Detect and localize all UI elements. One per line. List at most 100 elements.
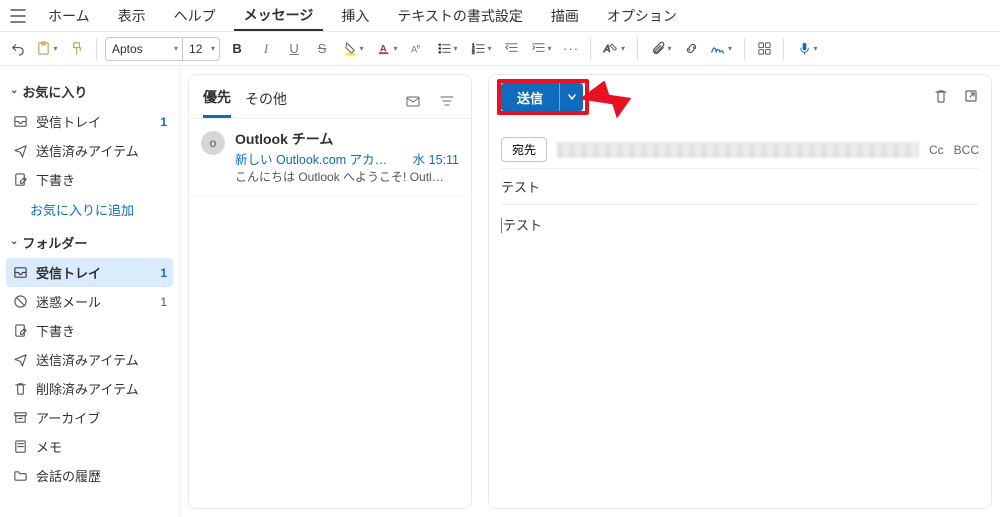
- favorites-section-header[interactable]: ⌄ お気に入り: [6, 78, 173, 107]
- svg-text:3: 3: [471, 50, 474, 55]
- message-list-tabs: 優先 その他: [189, 75, 471, 119]
- bulleted-list-button[interactable]: [432, 37, 462, 61]
- sent-icon: [12, 143, 28, 159]
- folder-archive[interactable]: アーカイブ: [6, 403, 173, 432]
- filter-button[interactable]: [437, 91, 457, 111]
- to-button[interactable]: 宛先: [501, 137, 547, 162]
- svg-text:A: A: [379, 43, 386, 53]
- svg-text:ɐ: ɐ: [416, 44, 420, 51]
- label: アーカイブ: [36, 408, 167, 427]
- menu-insert[interactable]: 挿入: [331, 2, 379, 30]
- label: 迷惑メール: [36, 292, 152, 311]
- chevron-down-icon: ⌄: [10, 85, 18, 96]
- bcc-button[interactable]: BCC: [954, 143, 979, 157]
- message-list-item[interactable]: o Outlook チーム 新しい Outlook.com アカ… 水 15:1…: [189, 119, 471, 196]
- dictate-button[interactable]: [792, 37, 822, 61]
- drafts-icon: [12, 172, 28, 188]
- send-button[interactable]: 送信: [501, 83, 583, 111]
- add-to-favorites[interactable]: お気に入りに追加: [6, 194, 173, 229]
- archive-icon: [12, 410, 28, 426]
- divider: [744, 38, 745, 60]
- attach-button[interactable]: [646, 37, 676, 61]
- junk-icon: [12, 294, 28, 310]
- label: メモ: [36, 437, 167, 456]
- folder-notes[interactable]: メモ: [6, 432, 173, 461]
- send-dropdown[interactable]: [559, 83, 583, 111]
- underline-button[interactable]: U: [282, 37, 306, 61]
- menu-draw[interactable]: 描画: [541, 2, 589, 30]
- decrease-indent-button[interactable]: [500, 37, 522, 61]
- menubar: ホーム 表示 ヘルプ メッセージ 挿入 テキストの書式設定 描画 オプション: [0, 0, 1000, 32]
- avatar: o: [201, 131, 225, 155]
- cc-button[interactable]: Cc: [929, 143, 944, 157]
- favorites-label: お気に入り: [22, 82, 87, 101]
- hamburger-menu-button[interactable]: [6, 4, 30, 28]
- count: 1: [160, 115, 167, 129]
- folder-junk[interactable]: 迷惑メール 1: [6, 287, 173, 316]
- chevron-down-icon: ⌄: [10, 236, 18, 247]
- drafts-icon: [12, 323, 28, 339]
- increase-indent-button[interactable]: [526, 37, 556, 61]
- message-time: 水 15:11: [413, 149, 459, 168]
- notes-icon: [12, 439, 28, 455]
- folder-drafts[interactable]: 下書き: [6, 316, 173, 345]
- numbered-list-button[interactable]: 123: [466, 37, 496, 61]
- italic-button[interactable]: I: [254, 37, 278, 61]
- more-formatting-button[interactable]: ···: [560, 37, 582, 61]
- message-sender: Outlook チーム: [235, 129, 333, 149]
- font-size-dropdown[interactable]: ▾: [207, 44, 219, 53]
- highlight-color-button[interactable]: [338, 37, 368, 61]
- menu-textformat[interactable]: テキストの書式設定: [387, 2, 533, 30]
- menu-view[interactable]: 表示: [108, 2, 156, 30]
- sidebar: ⌄ お気に入り 受信トレイ 1 送信済みアイテム 下書き お気に入りに追加 ⌄ …: [0, 66, 180, 517]
- folder-deleted[interactable]: 削除済みアイテム: [6, 374, 173, 403]
- recipients-input[interactable]: [557, 142, 919, 158]
- folder-conversation-history[interactable]: 会話の履歴: [6, 461, 173, 490]
- trash-icon: [12, 381, 28, 397]
- favorites-drafts[interactable]: 下書き: [6, 165, 173, 194]
- bold-button[interactable]: B: [224, 37, 250, 61]
- folder-icon: [12, 468, 28, 484]
- styles-button[interactable]: A: [599, 37, 629, 61]
- message-list-panel: 優先 その他 o Outlook チーム 新しい Outlook.com: [188, 74, 472, 509]
- message-subject: 新しい Outlook.com アカ…: [235, 149, 405, 168]
- count: 1: [160, 295, 167, 309]
- label: 送信済みアイテム: [36, 141, 167, 160]
- undo-button[interactable]: [6, 37, 28, 61]
- label: 会話の履歴: [36, 466, 167, 485]
- menu-options[interactable]: オプション: [597, 2, 687, 30]
- divider: [96, 38, 97, 60]
- signature-button[interactable]: [706, 37, 736, 61]
- folder-sent[interactable]: 送信済みアイテム: [6, 345, 173, 374]
- inbox-icon: [12, 265, 28, 281]
- tab-other[interactable]: その他: [245, 85, 287, 117]
- folder-inbox[interactable]: 受信トレイ 1: [6, 258, 173, 287]
- format-painter-button[interactable]: [66, 37, 88, 61]
- paste-button[interactable]: [32, 37, 62, 61]
- label: 受信トレイ: [36, 263, 152, 282]
- mark-all-read-button[interactable]: [403, 91, 423, 111]
- count: 1: [160, 266, 167, 280]
- menu-message[interactable]: メッセージ: [234, 1, 324, 31]
- folders-section-header[interactable]: ⌄ フォルダー: [6, 229, 173, 258]
- font-size-value[interactable]: 12: [183, 42, 207, 56]
- menu-home[interactable]: ホーム: [38, 2, 100, 30]
- discard-draft-button[interactable]: [933, 88, 949, 107]
- favorites-sent[interactable]: 送信済みアイテム: [6, 136, 173, 165]
- font-selector[interactable]: Aptos ▾ 12 ▾: [105, 37, 220, 61]
- ribbon: Aptos ▾ 12 ▾ B I U S A Aɐ 123 ··· A: [0, 32, 1000, 66]
- menu-help[interactable]: ヘルプ: [164, 2, 226, 30]
- font-color-button[interactable]: A: [372, 37, 402, 61]
- favorites-inbox[interactable]: 受信トレイ 1: [6, 107, 173, 136]
- strikethrough-button[interactable]: S: [310, 37, 334, 61]
- tab-focused[interactable]: 優先: [203, 83, 231, 118]
- apps-button[interactable]: [753, 37, 775, 61]
- divider: [783, 38, 784, 60]
- clear-formatting-button[interactable]: Aɐ: [406, 37, 428, 61]
- font-name-dropdown[interactable]: ▾: [170, 44, 182, 53]
- font-name-value[interactable]: Aptos: [106, 42, 170, 56]
- link-button[interactable]: [680, 37, 702, 61]
- message-body-input[interactable]: テスト: [501, 205, 979, 500]
- subject-input[interactable]: テスト: [501, 169, 979, 205]
- popout-button[interactable]: [963, 88, 979, 107]
